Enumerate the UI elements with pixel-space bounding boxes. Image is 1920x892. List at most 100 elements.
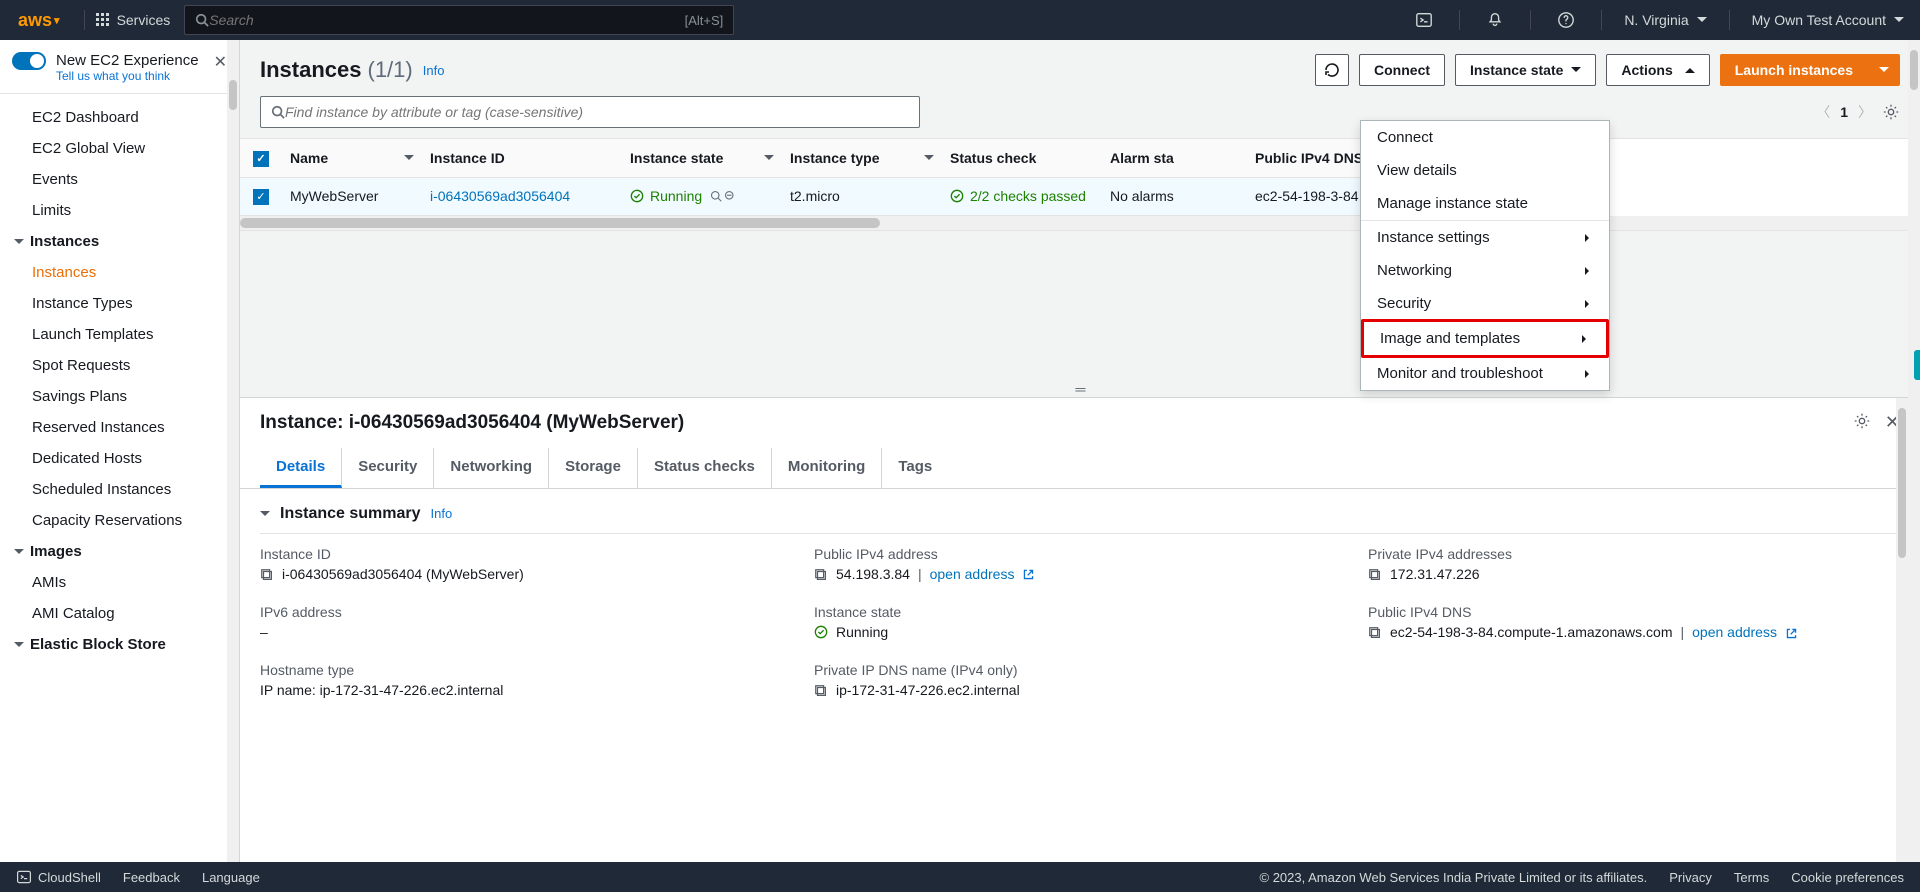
sidebar-item-ec2-global-view[interactable]: EC2 Global View xyxy=(0,133,239,164)
actions-networking[interactable]: Networking xyxy=(1361,254,1609,287)
copy-icon[interactable] xyxy=(814,566,828,582)
main-content: Instances (1/1) Info Connect Instance st… xyxy=(240,40,1920,862)
tab-networking[interactable]: Networking xyxy=(434,448,549,488)
account-selector[interactable]: My Own Test Account xyxy=(1752,12,1904,28)
col-name[interactable]: Name xyxy=(290,150,328,166)
row-checkbox[interactable]: ✓ xyxy=(253,189,269,205)
cell-instance-id[interactable]: i-06430569ad3056404 xyxy=(430,188,570,204)
footer-privacy[interactable]: Privacy xyxy=(1669,870,1712,885)
summary-header[interactable]: Instance summary Info xyxy=(260,505,1900,523)
col-public-dns[interactable]: Public IPv4 DNS xyxy=(1255,150,1363,166)
footer-terms[interactable]: Terms xyxy=(1734,870,1769,885)
sidebar-section-images[interactable]: Images xyxy=(0,536,239,567)
actions-button[interactable]: Actions xyxy=(1606,54,1709,86)
footer-cloudshell[interactable]: CloudShell xyxy=(16,869,101,885)
tab-storage[interactable]: Storage xyxy=(549,448,638,488)
instance-filter[interactable] xyxy=(260,96,920,128)
region-selector[interactable]: N. Virginia xyxy=(1624,12,1706,28)
open-address-link[interactable]: open address xyxy=(1692,624,1777,640)
actions-monitor-troubleshoot[interactable]: Monitor and troubleshoot xyxy=(1361,357,1609,390)
instance-filter-input[interactable] xyxy=(285,104,909,120)
help-icon[interactable] xyxy=(1553,7,1579,33)
sidebar-item-ec2-dashboard[interactable]: EC2 Dashboard xyxy=(0,102,239,133)
actions-security[interactable]: Security xyxy=(1361,287,1609,320)
copy-icon[interactable] xyxy=(814,682,828,698)
sidebar-section-instances[interactable]: Instances xyxy=(0,226,239,257)
instance-state-button[interactable]: Instance state xyxy=(1455,54,1596,86)
sidebar-item-amis[interactable]: AMIs xyxy=(0,567,239,598)
state-actions[interactable] xyxy=(710,190,736,202)
actions-instance-settings[interactable]: Instance settings xyxy=(1361,220,1609,254)
page-title-info[interactable]: Info xyxy=(423,63,445,78)
sidebar-item-launch-templates[interactable]: Launch Templates xyxy=(0,319,239,350)
col-name-filter[interactable] xyxy=(404,155,414,165)
sidebar-item-spot-requests[interactable]: Spot Requests xyxy=(0,350,239,381)
detail-scrollbar[interactable] xyxy=(1896,398,1908,863)
sidebar-item-ami-catalog[interactable]: AMI Catalog xyxy=(0,598,239,629)
actions-image-templates[interactable]: Image and templates xyxy=(1361,319,1609,358)
select-all-checkbox[interactable]: ✓ xyxy=(253,151,269,167)
side-handle[interactable] xyxy=(1914,350,1920,380)
actions-view-details[interactable]: View details xyxy=(1361,154,1609,187)
tab-status-checks[interactable]: Status checks xyxy=(638,448,772,488)
tab-tags[interactable]: Tags xyxy=(882,448,948,488)
cloudshell-icon[interactable] xyxy=(1411,7,1437,33)
sidebar-item-capacity-reservations[interactable]: Capacity Reservations xyxy=(0,505,239,536)
col-instance-type[interactable]: Instance type xyxy=(790,150,879,166)
col-type-filter[interactable] xyxy=(924,155,934,165)
footer-language[interactable]: Language xyxy=(202,870,260,885)
table-settings-button[interactable] xyxy=(1882,103,1900,121)
copy-icon[interactable] xyxy=(1368,624,1382,640)
actions-manage-state[interactable]: Manage instance state xyxy=(1361,187,1609,220)
sidebar-section-ebs[interactable]: Elastic Block Store xyxy=(0,629,239,660)
sidebar-item-instances[interactable]: Instances xyxy=(0,257,239,288)
sidebar-item-instance-types[interactable]: Instance Types xyxy=(0,288,239,319)
sidebar-scrollbar[interactable] xyxy=(227,40,239,862)
col-alarm-status[interactable]: Alarm sta xyxy=(1110,150,1174,166)
field-private-dns: Private IP DNS name (IPv4 only) ip-172-3… xyxy=(814,662,1346,698)
copy-icon[interactable] xyxy=(1368,566,1382,582)
open-address-link[interactable]: open address xyxy=(930,566,1015,582)
tab-monitoring[interactable]: Monitoring xyxy=(772,448,882,488)
connect-button[interactable]: Connect xyxy=(1359,54,1445,86)
aws-logo[interactable]: aws▾ xyxy=(18,10,60,31)
tab-security[interactable]: Security xyxy=(342,448,434,488)
global-search-input[interactable] xyxy=(209,12,684,28)
actions-dropdown: Connect View details Manage instance sta… xyxy=(1360,120,1610,391)
refresh-button[interactable] xyxy=(1315,54,1349,86)
launch-instances-button[interactable]: Launch instances xyxy=(1720,54,1868,86)
top-navbar: aws▾ Services [Alt+S] N. Virginia My Own… xyxy=(0,0,1920,40)
sidebar-item-limits[interactable]: Limits xyxy=(0,195,239,226)
sidebar-item-events[interactable]: Events xyxy=(0,164,239,195)
main-scrollbar[interactable] xyxy=(1908,40,1920,862)
experience-sub[interactable]: Tell us what you think xyxy=(56,69,199,83)
bell-icon[interactable] xyxy=(1482,7,1508,33)
col-instance-state[interactable]: Instance state xyxy=(630,150,723,166)
detail-resize-handle[interactable]: ═ xyxy=(240,381,1920,397)
copy-icon[interactable] xyxy=(260,566,274,582)
pager-prev[interactable]: 〈 xyxy=(1816,102,1830,122)
footer-feedback[interactable]: Feedback xyxy=(123,870,180,885)
actions-connect[interactable]: Connect xyxy=(1361,121,1609,154)
launch-instances-dropdown[interactable] xyxy=(1868,54,1900,86)
table-horizontal-scrollbar[interactable]: ◀▶ xyxy=(240,216,1920,230)
tab-details[interactable]: Details xyxy=(260,448,342,488)
sidebar-item-scheduled-instances[interactable]: Scheduled Instances xyxy=(0,474,239,505)
global-search[interactable]: [Alt+S] xyxy=(184,5,734,35)
sidebar-item-savings-plans[interactable]: Savings Plans xyxy=(0,381,239,412)
footer-cookies[interactable]: Cookie preferences xyxy=(1791,870,1904,885)
services-menu[interactable]: Services xyxy=(95,12,171,28)
experience-toggle[interactable] xyxy=(12,52,46,70)
search-icon xyxy=(195,13,209,27)
pager-next[interactable]: 〉 xyxy=(1858,102,1872,122)
sidebar-item-reserved-instances[interactable]: Reserved Instances xyxy=(0,412,239,443)
col-state-filter[interactable] xyxy=(764,155,774,165)
close-icon[interactable]: ✕ xyxy=(214,52,227,72)
col-instance-id[interactable]: Instance ID xyxy=(430,150,505,166)
col-status-check[interactable]: Status check xyxy=(950,150,1036,166)
services-label: Services xyxy=(117,12,171,28)
sidebar-item-dedicated-hosts[interactable]: Dedicated Hosts xyxy=(0,443,239,474)
new-experience-banner: New EC2 Experience Tell us what you thin… xyxy=(0,40,239,94)
pager-page[interactable]: 1 xyxy=(1840,104,1848,120)
detail-settings[interactable] xyxy=(1853,412,1871,433)
